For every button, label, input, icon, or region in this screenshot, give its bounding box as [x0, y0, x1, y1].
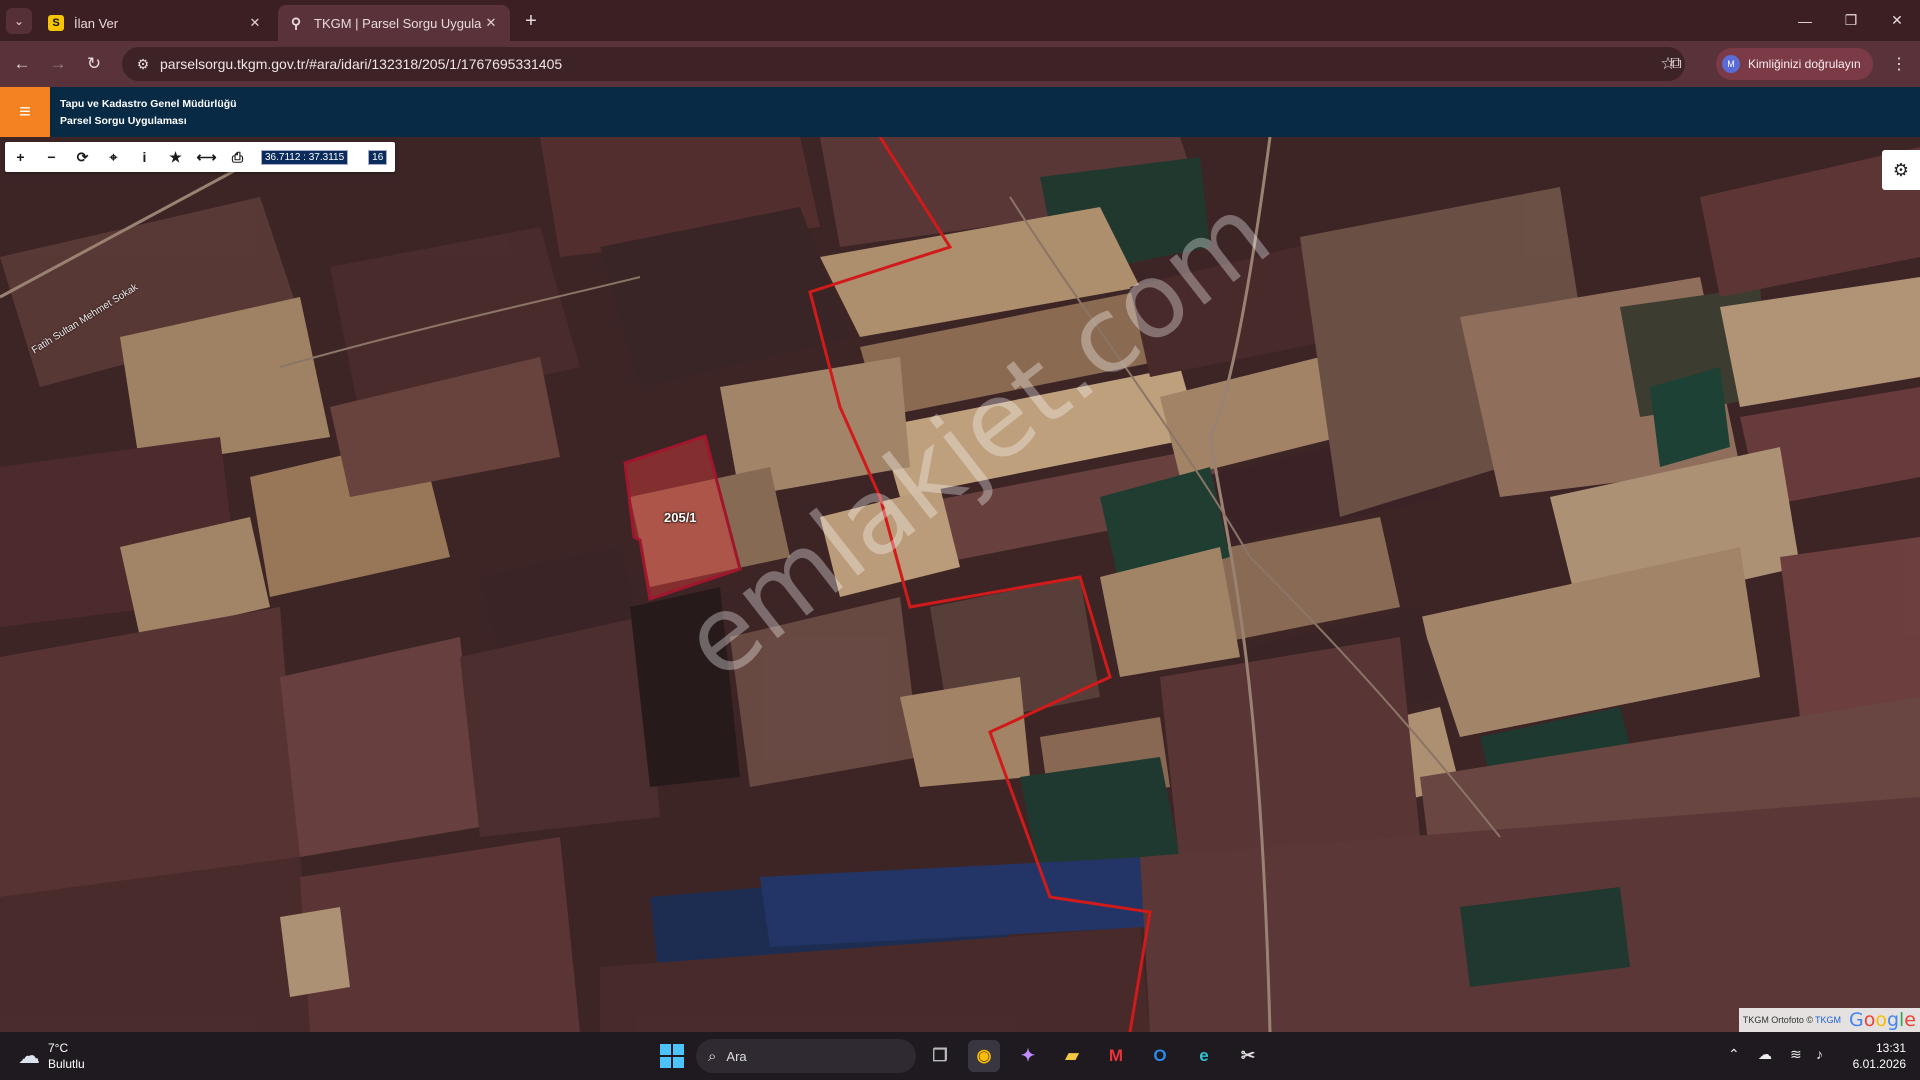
avatar: M [1722, 55, 1740, 73]
measure-icon[interactable]: ⟷ [191, 142, 222, 172]
close-window-icon[interactable]: ✕ [1874, 0, 1920, 41]
edge-icon[interactable]: e [1188, 1040, 1220, 1072]
app-name: Parsel Sorgu Uygulaması [60, 115, 187, 127]
attribution-text: TKGM Ortofoto © [1742, 1015, 1813, 1025]
browser-toolbar: ← → ↻ ⚙ parselsorgu.tkgm.gov.tr/#ara/ida… [0, 41, 1920, 87]
forward-arrow-icon[interactable]: → [44, 50, 72, 78]
refresh-icon[interactable]: ⟳ [67, 142, 98, 172]
pin-icon: ⚲ [290, 14, 302, 31]
tab-tkgm[interactable]: ⚲ TKGM | Parsel Sorgu Uygulaması ✕ [278, 5, 510, 41]
volume-icon[interactable]: ♪ [1816, 1046, 1823, 1062]
app-header: ≡ Tapu ve Kadastro Genel Müdürlüğü Parse… [0, 87, 1920, 137]
copilot-icon[interactable]: ✦ [1012, 1040, 1044, 1072]
locate-crosshair-icon[interactable]: ⌖ [98, 142, 129, 172]
search-label: Ara [726, 1048, 747, 1064]
snipping-tool-icon[interactable]: ✂ [1232, 1040, 1264, 1072]
favorite-star-icon[interactable]: ★ [160, 142, 191, 172]
weather-condition: Bulutlu [48, 1057, 85, 1071]
zoom-in-icon[interactable]: + [5, 142, 36, 172]
zoom-level-readout: 16 [368, 149, 388, 165]
chevron-up-icon[interactable]: ⌃ [1728, 1046, 1740, 1063]
close-tab-icon[interactable]: ✕ [482, 15, 500, 31]
info-icon[interactable]: i [129, 142, 160, 172]
map-toolbar: + − ⟳ ⌖ i ★ ⟷ ⎙ 36.7112 : 37.3115 16 [5, 142, 396, 172]
profile-button[interactable]: M Kimliğinizi doğrulayın [1716, 48, 1873, 80]
url-text[interactable]: parselsorgu.tkgm.gov.tr/#ara/idari/13231… [160, 56, 1651, 72]
system-clock[interactable]: 13:31 6.01.2026 [1846, 1040, 1906, 1072]
map-attribution: TKGM Ortofoto © TKGM Google [1738, 1008, 1920, 1032]
windows-start-icon[interactable] [658, 1042, 686, 1070]
task-view-icon[interactable]: ❐ [924, 1040, 956, 1072]
browser-tab-bar: ⌄ S İlan Ver ✕ ⚲ TKGM | Parsel Sorgu Uyg… [0, 0, 1920, 41]
attribution-link[interactable]: TKGM [1815, 1015, 1841, 1025]
wifi-icon[interactable]: ≋ [1790, 1046, 1802, 1063]
google-logo: Google [1848, 1009, 1916, 1031]
restore-icon[interactable]: ❐ [1828, 0, 1874, 41]
mcafee-icon[interactable]: M [1100, 1040, 1132, 1072]
satellite-imagery [0, 137, 1920, 1032]
file-explorer-icon[interactable]: ▰ [1056, 1040, 1088, 1072]
cloud-icon: ☁ [18, 1043, 40, 1068]
print-icon[interactable]: ⎙ [222, 142, 253, 172]
minimize-icon[interactable]: — [1782, 0, 1828, 41]
weather-widget[interactable]: ☁ 7°C Bulutlu [18, 1040, 85, 1072]
address-bar[interactable]: ⚙ parselsorgu.tkgm.gov.tr/#ara/idari/132… [122, 47, 1685, 81]
extensions-puzzle-icon[interactable]: ⧉ [1662, 50, 1690, 78]
map-view[interactable]: Fatih Sultan Mehmet Sokak emlakjet.com 2… [0, 137, 1920, 1032]
taskbar: ☁ 7°C Bulutlu ⌕ Ara ❐ ◉ ✦ ▰ M O e ✂ ⌃ ☁ … [0, 1032, 1920, 1080]
tab-title: İlan Ver [74, 15, 119, 31]
coordinate-readout: 36.7112 : 37.3115 [261, 149, 349, 165]
taskbar-search[interactable]: ⌕ Ara [696, 1039, 916, 1073]
app-title: Tapu ve Kadastro Genel Müdürlüğü Parsel … [60, 96, 237, 130]
temperature: 7°C [48, 1041, 69, 1055]
outlook-icon[interactable]: O [1144, 1040, 1176, 1072]
settings-gear-icon[interactable]: ⚙ [1882, 150, 1920, 190]
date: 6.01.2026 [1852, 1057, 1906, 1071]
tab-search-chevron-icon[interactable]: ⌄ [6, 8, 32, 34]
org-name: Tapu ve Kadastro Genel Müdürlüğü [60, 98, 237, 110]
site-info-icon[interactable]: ⚙ [126, 56, 160, 73]
profile-label: Kimliğinizi doğrulayın [1748, 57, 1861, 71]
onedrive-icon[interactable]: ☁ [1758, 1046, 1772, 1063]
reload-icon[interactable]: ↻ [80, 50, 108, 78]
search-icon: ⌕ [708, 1047, 717, 1065]
back-arrow-icon[interactable]: ← [8, 50, 36, 78]
tab-ilan-ver[interactable]: S İlan Ver ✕ [38, 5, 274, 41]
zoom-out-icon[interactable]: − [36, 142, 67, 172]
browser-menu-icon[interactable]: ⋮ [1885, 50, 1913, 78]
tab-title: TKGM | Parsel Sorgu Uygulaması [314, 15, 482, 31]
chrome-icon[interactable]: ◉ [968, 1040, 1000, 1072]
site-s-icon: S [48, 15, 64, 31]
hamburger-menu-icon[interactable]: ≡ [0, 87, 50, 137]
new-tab-plus-icon[interactable]: + [518, 8, 544, 34]
parcel-label[interactable]: 205/1 [664, 510, 697, 525]
time: 13:31 [1875, 1041, 1906, 1055]
close-tab-icon[interactable]: ✕ [246, 15, 264, 31]
